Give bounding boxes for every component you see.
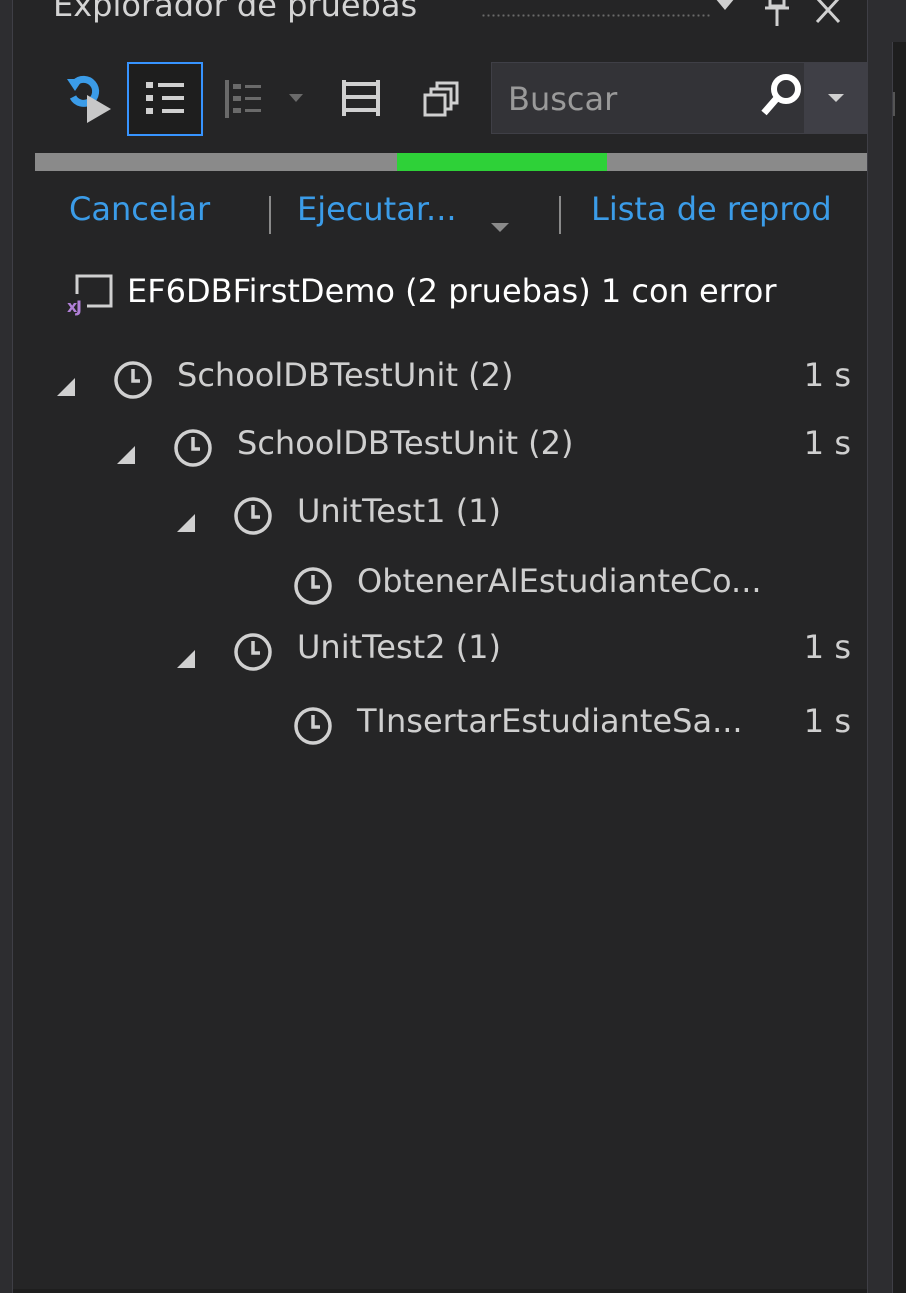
pin-icon[interactable] — [763, 0, 791, 34]
tree-row-label: SchoolDBTestUnit (2) — [177, 356, 514, 394]
expand-triangle-icon[interactable] — [115, 436, 137, 474]
columns-icon[interactable] — [331, 62, 391, 136]
search-input[interactable] — [506, 73, 770, 125]
not-run-clock-icon — [229, 492, 277, 548]
title-bar: Explorador de pruebas — [13, 0, 867, 42]
panel-bottom-border — [13, 1289, 867, 1293]
summary-text: EF6DBFirstDemo (2 pruebas) 1 con error — [127, 272, 777, 310]
test-progress-fill — [397, 153, 607, 171]
tree-row-duration: 1 s — [803, 424, 851, 462]
copy-icon[interactable] — [413, 62, 473, 136]
cancel-link[interactable]: Cancelar — [69, 190, 210, 228]
close-icon[interactable] — [813, 0, 843, 30]
expand-triangle-icon[interactable] — [55, 368, 77, 406]
tree-row[interactable]: TInsertarEstudianteSa... 1 s — [13, 692, 867, 756]
editor-edge-glyph — [893, 92, 905, 116]
tree-row[interactable]: ObtenerAlEstudianteCo... — [13, 552, 867, 616]
not-run-clock-icon — [229, 628, 277, 684]
tree-row[interactable]: UnitTest2 (1) 1 s — [13, 618, 867, 682]
search-box[interactable] — [491, 62, 867, 134]
not-run-clock-icon — [109, 356, 157, 412]
expand-triangle-icon[interactable] — [175, 640, 197, 678]
not-run-clock-icon — [289, 702, 337, 758]
tree-row[interactable]: SchoolDBTestUnit (2) 1 s — [13, 346, 867, 410]
tree-row-duration: 1 s — [803, 356, 851, 394]
test-explorer-panel: Explorador de pruebas Buscar Cancelar Ej… — [12, 0, 868, 1293]
command-separator — [559, 196, 561, 234]
tree-row-duration: 1 s — [803, 702, 851, 740]
group-by-icon[interactable] — [215, 62, 315, 136]
run-all-icon[interactable] — [57, 62, 123, 136]
expand-triangle-icon[interactable] — [175, 504, 197, 542]
run-link[interactable]: Ejecutar... — [297, 190, 457, 228]
search-icon[interactable] — [760, 71, 802, 127]
summary-line: x J EF6DBFirstDemo (2 pruebas) 1 con err… — [13, 270, 867, 324]
group-by-hierarchy-icon[interactable] — [127, 62, 203, 136]
dropdown-arrow-icon[interactable] — [713, 0, 737, 18]
editor-edge — [868, 0, 906, 1293]
run-dropdown-icon[interactable] — [489, 204, 511, 242]
not-run-clock-icon — [289, 562, 337, 618]
search-options-dropdown[interactable] — [804, 63, 867, 133]
command-separator — [269, 196, 271, 234]
tree-row[interactable]: SchoolDBTestUnit (2) 1 s — [13, 414, 867, 478]
editor-edge-pane — [892, 42, 906, 1293]
toolbar — [13, 54, 867, 142]
tree-row-label: SchoolDBTestUnit (2) — [237, 424, 574, 462]
tree-row-label: UnitTest1 (1) — [297, 492, 502, 530]
not-run-clock-icon — [169, 424, 217, 480]
svg-text:J: J — [75, 297, 82, 316]
tree-row-label: TInsertarEstudianteSa... — [357, 702, 743, 740]
panel-title: Explorador de pruebas — [53, 0, 418, 24]
title-grip[interactable] — [481, 13, 711, 19]
test-progress-bar — [35, 153, 867, 171]
playlist-link[interactable]: Lista de reprod — [591, 190, 832, 228]
tree-row-label: UnitTest2 (1) — [297, 628, 502, 666]
tree-row-label: ObtenerAlEstudianteCo... — [357, 562, 762, 600]
tree-row[interactable]: UnitTest1 (1) — [13, 482, 867, 546]
test-project-icon: x J — [63, 272, 115, 326]
tree-row-duration: 1 s — [803, 628, 851, 666]
command-bar: Cancelar Ejecutar... Lista de reprod — [13, 190, 867, 242]
